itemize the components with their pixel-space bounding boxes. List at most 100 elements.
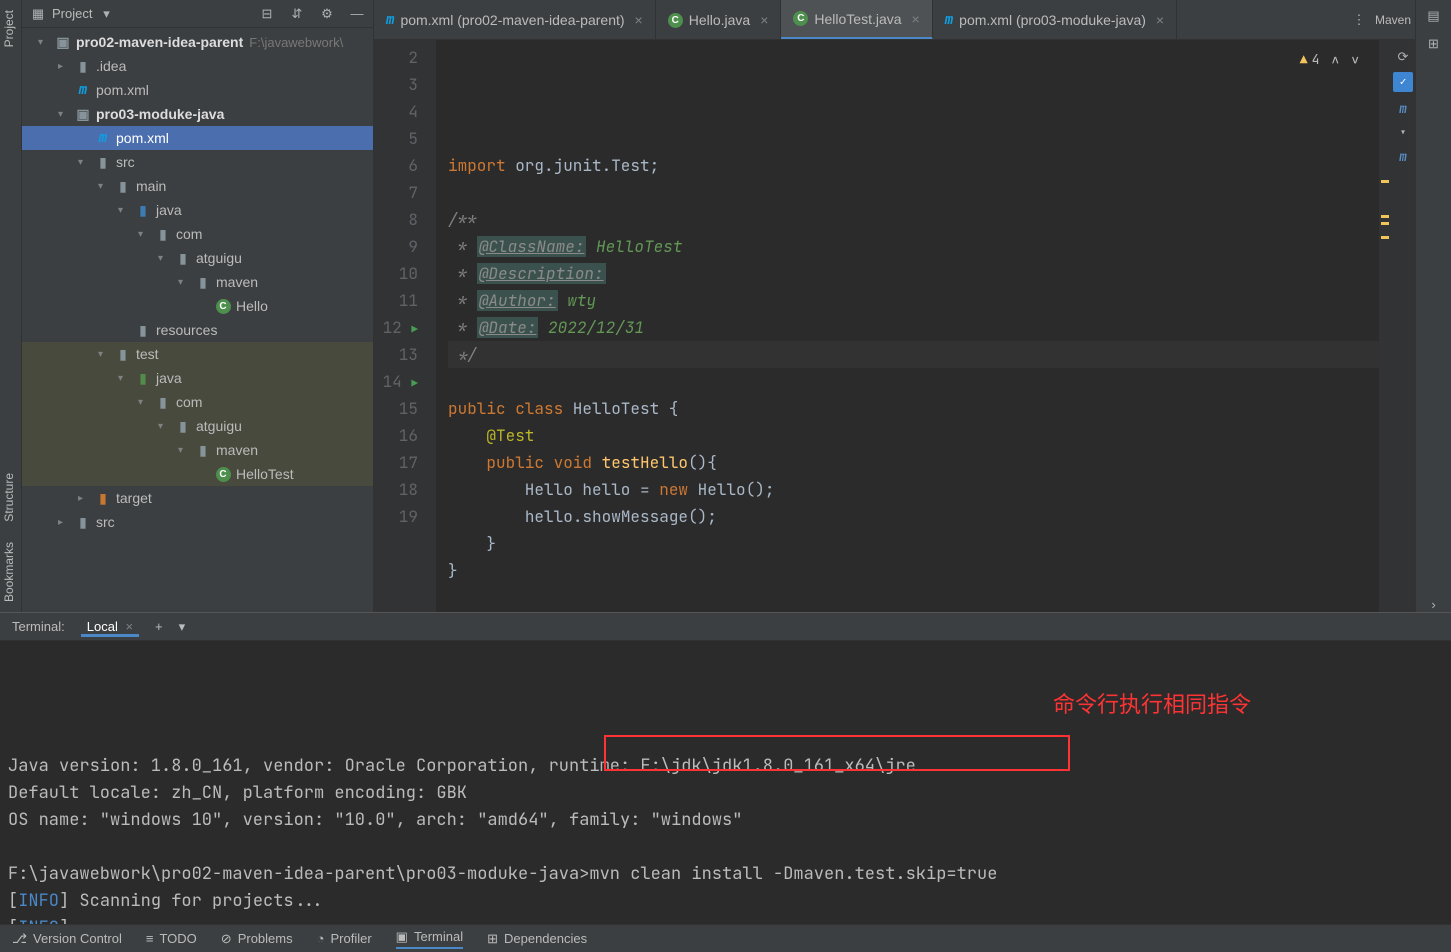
tree-item[interactable]: ▸▮.idea xyxy=(22,54,373,78)
next-highlight-icon[interactable]: ∨ xyxy=(1351,46,1359,73)
tree-root[interactable]: ▾ ▣ pro02-maven-idea-parent F:\javawebwo… xyxy=(22,30,373,54)
profiler-icon: ◔ xyxy=(317,931,325,946)
tree-item-label: src xyxy=(96,514,115,530)
tree-item-label: Hello xyxy=(236,298,268,314)
m-icon-2[interactable]: m xyxy=(1395,148,1411,164)
m-icon[interactable]: m xyxy=(1395,100,1411,116)
prev-highlight-icon[interactable]: ∧ xyxy=(1331,46,1339,73)
editor-tab[interactable]: mpom.xml (pro02-maven-idea-parent)× xyxy=(374,0,656,40)
tree-arrow-icon[interactable]: ▾ xyxy=(158,253,170,264)
tree-item[interactable]: CHello xyxy=(22,294,373,318)
editor-tab[interactable]: mpom.xml (pro03-moduke-java)× xyxy=(933,0,1177,40)
hide-icon[interactable]: — xyxy=(349,6,365,22)
tree-arrow-icon[interactable]: ▾ xyxy=(58,109,70,120)
marker-strip[interactable] xyxy=(1379,40,1391,612)
code-editor[interactable]: 23456789101112 ▶1314 ▶1516171819 ▲4 ∧ ∨ … xyxy=(374,40,1415,612)
problems-icon: ⊘ xyxy=(221,931,232,947)
tree-item[interactable]: ▾▮src xyxy=(22,150,373,174)
database-icon[interactable]: ⊞ xyxy=(1426,36,1442,52)
gear-icon[interactable]: ⚙ xyxy=(319,6,335,22)
folder-icon: ▮ xyxy=(154,394,172,411)
tree-arrow-icon[interactable]: ▾ xyxy=(138,397,150,408)
tree-item[interactable]: ▾▮java xyxy=(22,198,373,222)
tree-item[interactable]: mpom.xml xyxy=(22,78,373,102)
tab-label: pom.xml (pro03-moduke-java) xyxy=(959,12,1146,28)
close-icon[interactable]: × xyxy=(912,11,920,27)
tree-item[interactable]: ▾▮test xyxy=(22,342,373,366)
close-icon[interactable]: × xyxy=(635,12,643,28)
sidebar-project-tab[interactable]: Project xyxy=(0,0,21,57)
tree-arrow-icon[interactable]: ▾ xyxy=(138,229,150,240)
terminal-title: Terminal: xyxy=(12,619,65,634)
terminal-tab-local[interactable]: Local × xyxy=(81,617,139,637)
folder-icon: ▮ xyxy=(194,274,212,291)
tree-item-label: java xyxy=(156,370,182,386)
dropdown-icon[interactable]: ▾ xyxy=(98,6,114,22)
tree-arrow-icon[interactable]: ▾ xyxy=(98,349,110,360)
tree-arrow-icon[interactable]: ▾ xyxy=(118,373,130,384)
refresh-icon[interactable]: ⟳ xyxy=(1395,48,1411,64)
tree-item[interactable]: ▾▮com xyxy=(22,222,373,246)
chevron-down-icon[interactable]: ▾ xyxy=(1395,124,1411,140)
tree-item[interactable]: ▸▮src xyxy=(22,510,373,534)
tree-arrow-icon[interactable]: ▾ xyxy=(78,157,90,168)
tree-item[interactable]: ▾▮java xyxy=(22,366,373,390)
select-opened-icon[interactable]: ⊟ xyxy=(259,6,275,22)
tree-item[interactable]: ▾▮atguigu xyxy=(22,414,373,438)
editor-warnings[interactable]: ▲4 ∧ ∨ xyxy=(1300,46,1359,73)
tree-item[interactable]: ▾▮atguigu xyxy=(22,246,373,270)
problems-button[interactable]: ⊘Problems xyxy=(221,931,293,947)
sidebar-structure-tab[interactable]: Structure xyxy=(0,463,21,532)
target-folder-icon: ▮ xyxy=(94,490,112,507)
tree-arrow-icon[interactable]: ▾ xyxy=(178,445,190,456)
tree-item[interactable]: CHelloTest xyxy=(22,462,373,486)
close-icon[interactable]: × xyxy=(125,619,133,634)
run-icon[interactable]: ▶ xyxy=(411,323,418,337)
tree-arrow-icon[interactable]: ▾ xyxy=(178,277,190,288)
warning-icon: ▲ xyxy=(1300,46,1308,73)
chevron-right-icon[interactable]: › xyxy=(1426,596,1442,612)
todo-button[interactable]: ≡TODO xyxy=(146,931,197,946)
new-terminal-icon[interactable]: + xyxy=(155,619,163,634)
source-folder-icon: ▮ xyxy=(134,202,152,219)
tree-arrow-icon[interactable]: ▸ xyxy=(58,517,70,528)
terminal-dropdown-icon[interactable]: ▾ xyxy=(179,619,186,635)
tree-arrow-icon[interactable]: ▸ xyxy=(78,493,90,504)
sidebar-bookmarks-tab[interactable]: Bookmarks xyxy=(0,532,21,612)
folder-icon: ▮ xyxy=(114,346,132,363)
tree-item[interactable]: ▮resources xyxy=(22,318,373,342)
tabs-more-icon[interactable]: ⋮ xyxy=(1351,12,1367,28)
tree-item[interactable]: ▾▣pro03-moduke-java xyxy=(22,102,373,126)
tree-item-label: resources xyxy=(156,322,217,338)
tree-arrow-icon[interactable]: ▾ xyxy=(98,181,110,192)
chevron-down-icon[interactable]: ▾ xyxy=(38,37,50,48)
tree-item[interactable]: ▾▮maven xyxy=(22,270,373,294)
dependencies-button[interactable]: ⊞Dependencies xyxy=(487,931,587,947)
maven-label[interactable]: Maven xyxy=(1375,9,1411,31)
close-icon[interactable]: × xyxy=(760,12,768,28)
tree-arrow-icon[interactable]: ▾ xyxy=(118,205,130,216)
tree-arrow-icon[interactable]: ▸ xyxy=(58,61,70,72)
run-icon[interactable]: ▶ xyxy=(411,377,418,391)
tree-root-label: pro02-maven-idea-parent xyxy=(76,34,243,50)
code-area[interactable]: ▲4 ∧ ∨ import org.junit.Test; /** * @Cla… xyxy=(436,40,1379,612)
folder-icon: ▮ xyxy=(174,250,192,267)
maven-file-icon: m xyxy=(94,130,112,146)
expand-all-icon[interactable]: ⇵ xyxy=(289,6,305,22)
tree-item[interactable]: ▾▮main xyxy=(22,174,373,198)
close-icon[interactable]: × xyxy=(1156,12,1164,28)
tree-item[interactable]: ▾▮com xyxy=(22,390,373,414)
profiler-button[interactable]: ◔Profiler xyxy=(317,931,372,946)
terminal-button[interactable]: ▣Terminal xyxy=(396,929,463,949)
tree-item[interactable]: mpom.xml xyxy=(22,126,373,150)
editor-tab[interactable]: CHello.java× xyxy=(656,0,782,40)
notifications-icon[interactable]: ▤ xyxy=(1426,8,1442,24)
checkmark-icon[interactable]: ✓ xyxy=(1393,72,1413,92)
editor-tab[interactable]: CHelloTest.java× xyxy=(781,0,932,40)
tree-arrow-icon[interactable]: ▾ xyxy=(158,421,170,432)
tree-item[interactable]: ▸▮target xyxy=(22,486,373,510)
project-tree[interactable]: ▾ ▣ pro02-maven-idea-parent F:\javawebwo… xyxy=(22,28,373,612)
tree-item[interactable]: ▾▮maven xyxy=(22,438,373,462)
terminal-output[interactable]: 命令行执行相同指令 Java version: 1.8.0_161, vendo… xyxy=(0,641,1451,924)
version-control-button[interactable]: ⎇Version Control xyxy=(12,931,122,947)
